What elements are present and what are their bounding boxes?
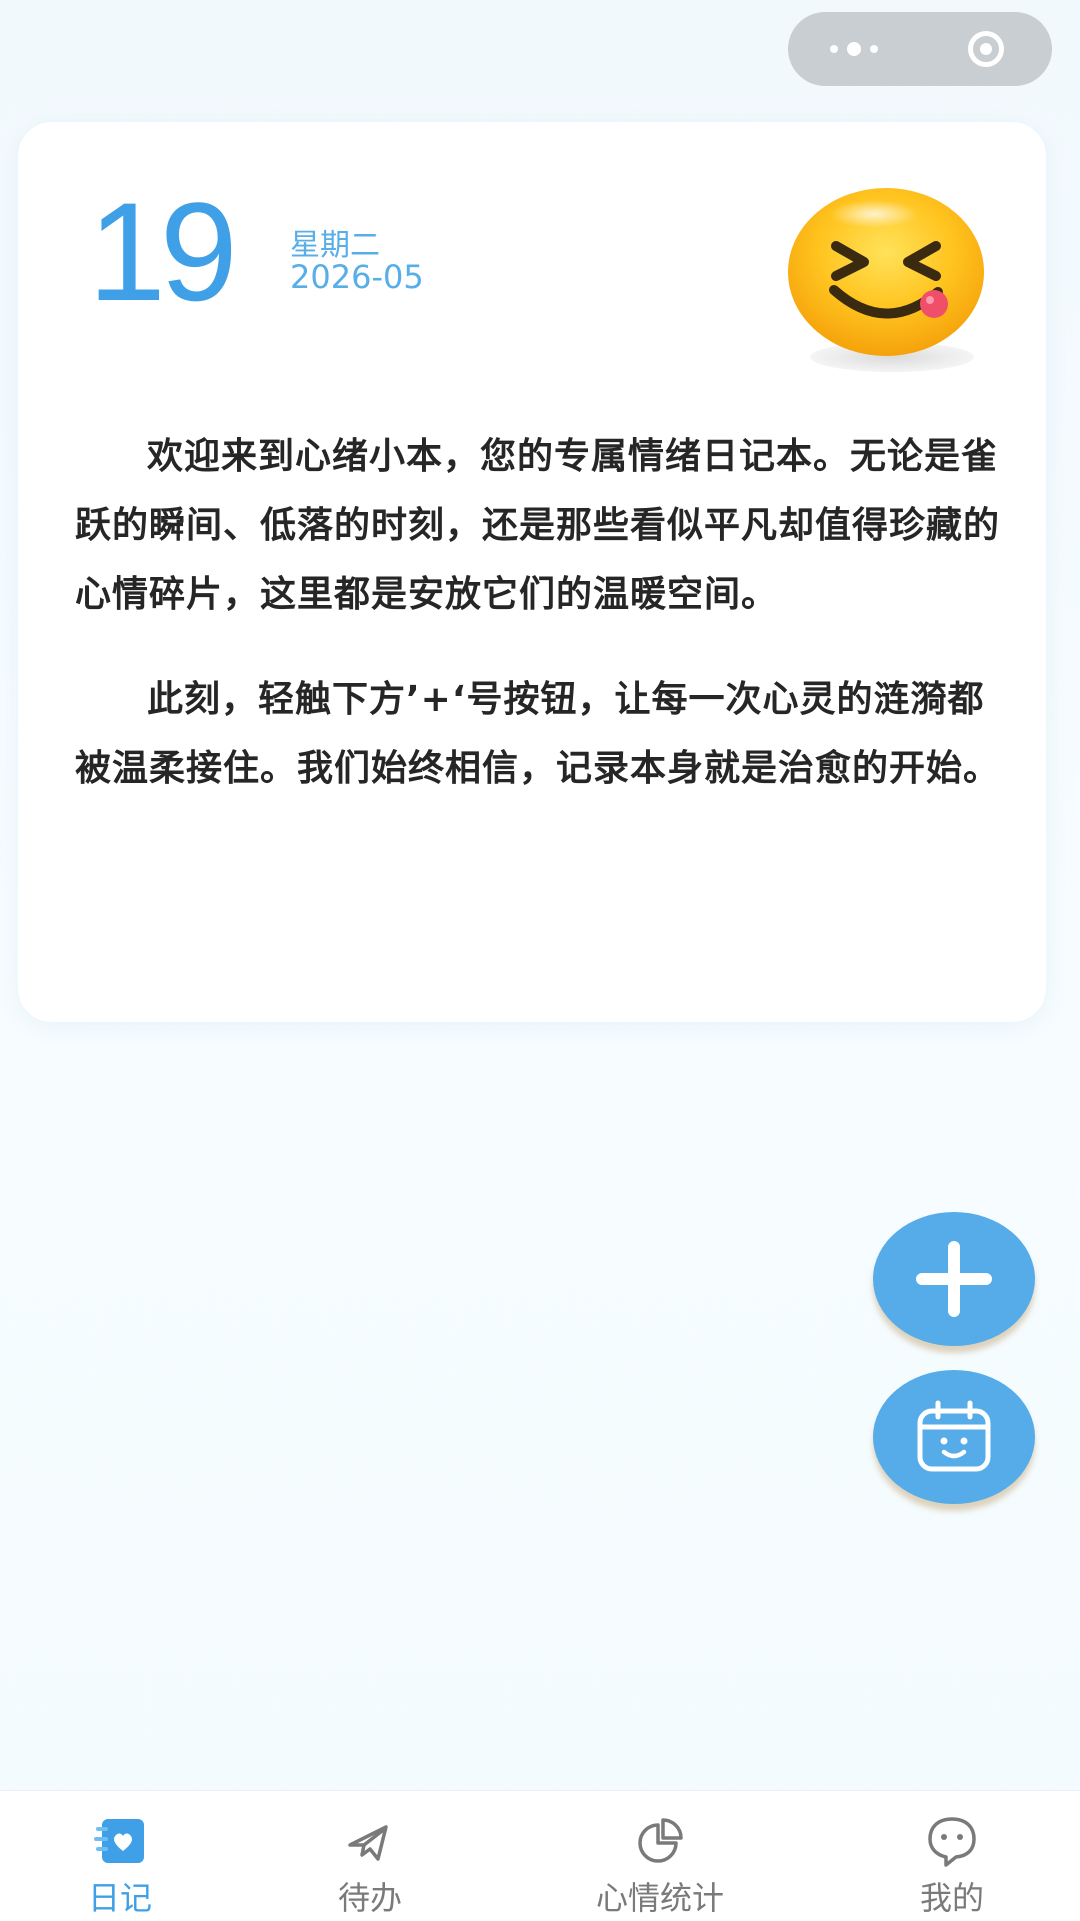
tab-label-mood-stats: 心情统计 [595, 1879, 724, 1917]
diary-heart-icon [94, 1819, 144, 1863]
tab-todo[interactable]: 待办 [310, 1791, 430, 1921]
more-button[interactable] [788, 12, 920, 86]
more-dots-icon-center [847, 42, 861, 56]
laughing-tongue-emoji-icon[interactable] [786, 174, 986, 374]
bottom-tab-bar: 日记 待办 心情统计 我的 [0, 1790, 1080, 1921]
mini-program-capsule [788, 12, 1052, 86]
add-entry-button[interactable] [873, 1212, 1035, 1346]
plane-icon [348, 1825, 388, 1861]
tab-mood-stats[interactable]: 心情统计 [570, 1791, 750, 1921]
pie-chart-icon [638, 1818, 683, 1863]
date-year-month: 2026-05 [290, 258, 424, 296]
close-ring-icon-dot [980, 43, 992, 55]
chat-face-icon [928, 1817, 976, 1867]
calendar-button[interactable] [873, 1370, 1035, 1504]
tab-diary[interactable]: 日记 [60, 1791, 180, 1921]
diary-card: 19 星期二 2026-05 欢迎来到心绪小本，您的专属情绪日记本。无论是雀跃的… [18, 122, 1046, 1022]
calendar-smile-icon [917, 1400, 991, 1472]
close-button[interactable] [920, 12, 1052, 86]
close-ring-icon [968, 31, 1004, 67]
more-dots-icon [830, 45, 838, 53]
tab-label-todo: 待办 [337, 1879, 402, 1917]
tab-label-mine: 我的 [919, 1879, 984, 1917]
plus-icon [916, 1241, 992, 1317]
intro-text: 欢迎来到心绪小本，您的专属情绪日记本。无论是雀跃的瞬间、低落的时刻，还是那些看似… [75, 422, 1005, 839]
tab-mine[interactable]: 我的 [892, 1791, 1012, 1921]
intro-paragraph-1: 欢迎来到心绪小本，您的专属情绪日记本。无论是雀跃的瞬间、低落的时刻，还是那些看似… [75, 436, 1001, 615]
tab-label-diary: 日记 [87, 1879, 152, 1917]
date-day: 19 [88, 173, 238, 330]
intro-paragraph-2: 此刻，轻触下方’+‘号按钮，让每一次心灵的涟漪都被温柔接住。我们始终相信，记录本… [75, 679, 1001, 789]
more-dots-icon-right [870, 45, 878, 53]
